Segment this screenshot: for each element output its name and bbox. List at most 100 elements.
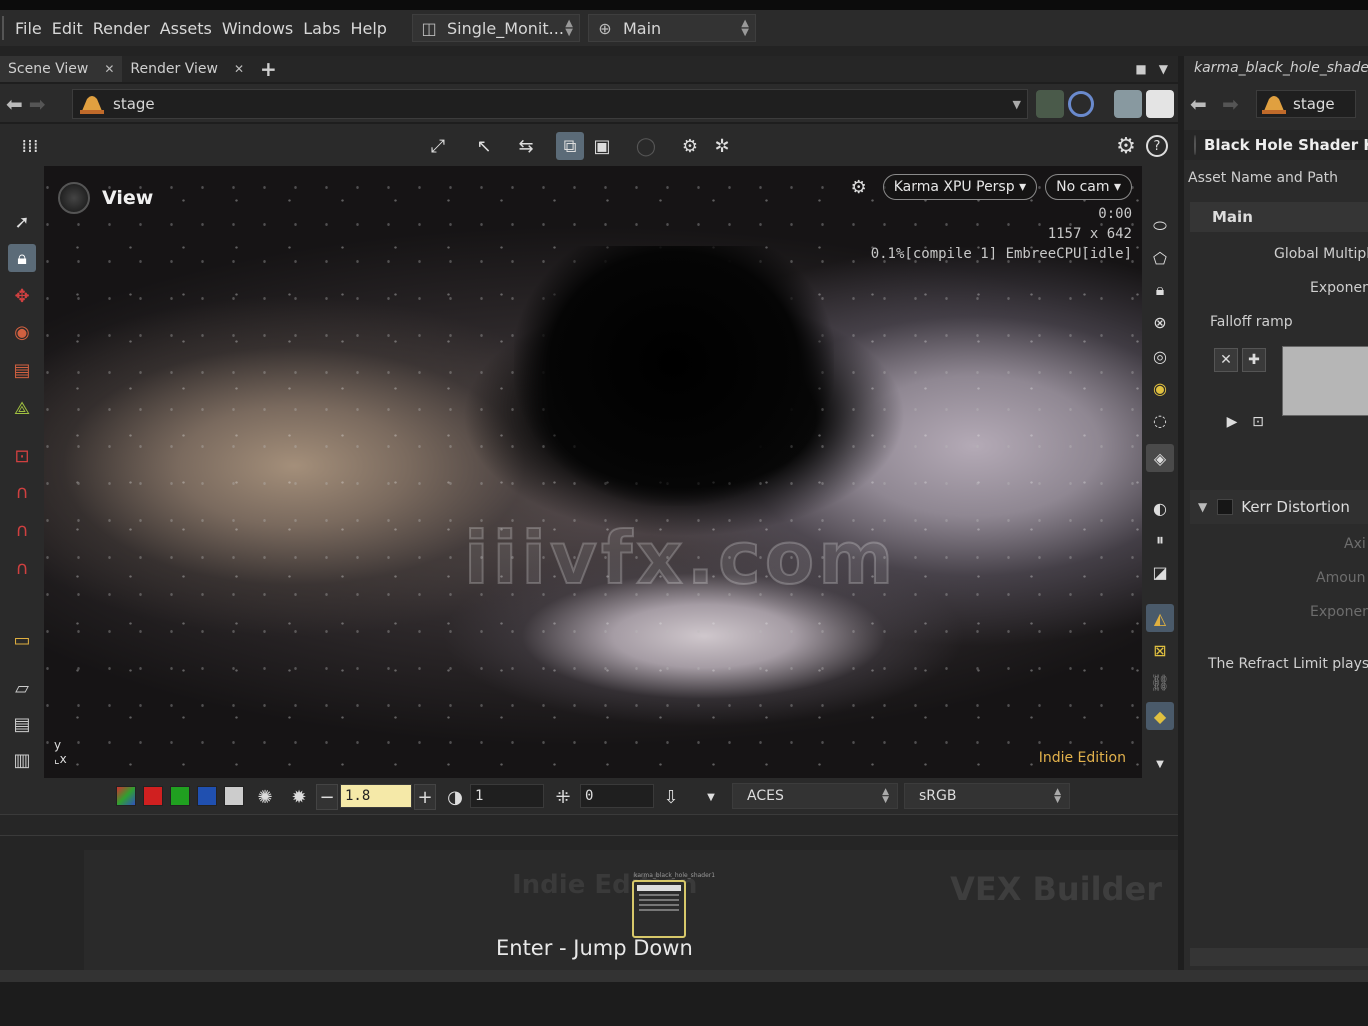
print-icon[interactable]: ▤ <box>8 710 36 738</box>
snapshot-icon[interactable]: ⚙ <box>676 132 704 160</box>
scroll-down-icon[interactable]: ▼ <box>1146 750 1174 778</box>
light-off-icon[interactable]: ⊗ <box>1146 308 1174 336</box>
forward-arrow-icon[interactable]: ➡ <box>1222 92 1239 116</box>
bbox-icon[interactable]: ⊠ <box>1146 636 1174 664</box>
menu-help[interactable]: Help <box>345 19 391 38</box>
display-icon[interactable]: ▣ <box>588 132 616 160</box>
exposure-decrease-button[interactable]: − <box>316 784 338 810</box>
pane-splitter[interactable] <box>0 814 1178 836</box>
exposure-reset-icon[interactable]: ✹ <box>286 784 312 810</box>
tab-main[interactable]: Main <box>1190 202 1368 232</box>
menu-file[interactable]: File <box>10 19 47 38</box>
exposure-field[interactable]: 1.8 <box>340 784 412 808</box>
folder-expand-icon[interactable]: ▼ <box>1198 500 1207 514</box>
back-arrow-icon[interactable]: ⬅ <box>6 92 29 116</box>
help-icon[interactable]: ? <box>1146 135 1168 157</box>
shader-node[interactable] <box>632 880 686 938</box>
exposure-icon[interactable]: ✺ <box>252 784 278 810</box>
kerr-toggle[interactable] <box>1217 499 1234 515</box>
green-channel-button[interactable] <box>170 786 190 806</box>
forward-arrow-icon[interactable]: ➡ <box>29 92 52 116</box>
select-move-icon[interactable]: ⤢ <box>424 132 452 160</box>
lock-icon[interactable]: 🔒︎ <box>8 244 36 272</box>
lock-camera-icon[interactable]: 🔒︎ <box>1146 276 1174 304</box>
maximize-icon[interactable]: ■ <box>1135 62 1146 76</box>
exposure-increase-button[interactable]: + <box>414 784 436 810</box>
handle-tool-icon[interactable]: ⊡ <box>8 442 36 470</box>
tab-scene-view[interactable]: Scene View ✕ <box>0 56 123 82</box>
select-arrow-icon[interactable]: ➚ <box>8 208 36 236</box>
bottom-splitter[interactable] <box>0 970 1368 982</box>
bulb-icon[interactable]: ◌ <box>1146 406 1174 434</box>
pin-icon[interactable] <box>1036 90 1064 118</box>
menu-assets[interactable]: Assets <box>155 19 217 38</box>
menu-windows[interactable]: Windows <box>217 19 298 38</box>
sun-icon[interactable]: ◉ <box>1146 374 1174 402</box>
disabled-icon[interactable]: ◯ <box>632 132 660 160</box>
link-view-icon[interactable]: ⛓ <box>1146 668 1174 696</box>
layers-icon[interactable]: ▱ <box>8 674 36 702</box>
param-scrollbar[interactable] <box>1190 948 1368 966</box>
red-channel-button[interactable] <box>143 786 163 806</box>
pose-tool-icon[interactable]: ⟁ <box>8 394 36 422</box>
dropdown-icon[interactable]: ▼ <box>1013 98 1021 111</box>
gear-icon[interactable]: ⚙ <box>1112 132 1140 160</box>
ramp-add-button[interactable]: ✚ <box>1242 348 1266 372</box>
camera-menu[interactable]: No cam ▾ <box>1045 174 1132 200</box>
menu-grip[interactable] <box>2 16 10 40</box>
ramp-expand-icon[interactable]: ▶ <box>1220 410 1244 434</box>
kerr-distortion-folder[interactable]: ▼ Kerr Distortion <box>1190 490 1368 524</box>
asset-section[interactable]: Asset Name and Path <box>1188 170 1368 186</box>
visibility-icon[interactable]: ◐ <box>1146 494 1174 522</box>
diamond-icon[interactable]: ◆ <box>1146 702 1174 730</box>
render-gear-icon[interactable]: ⚙ <box>851 177 867 198</box>
add-tab-button[interactable]: + <box>252 56 285 82</box>
camera-view-icon[interactable]: ◈ <box>1146 444 1174 472</box>
render-region-icon[interactable]: ⧉ <box>556 132 584 160</box>
tab-render-view[interactable]: Render View ✕ <box>122 56 252 82</box>
grid-menu-icon[interactable]: ⁞⁞⁞ <box>16 132 44 160</box>
menu-render[interactable]: Render <box>88 19 155 38</box>
gamma-field[interactable]: 1 <box>470 784 544 808</box>
pause-icon[interactable]: ⏸ <box>1146 526 1174 554</box>
offset-icon[interactable]: ⁜ <box>550 784 576 810</box>
blue-channel-button[interactable] <box>197 786 217 806</box>
display-options-icon[interactable]: ⬭ <box>1146 212 1174 240</box>
render-settings-icon[interactable]: ✲ <box>708 132 736 160</box>
param-path-field[interactable]: stage <box>1256 90 1356 118</box>
ramp-remove-button[interactable]: ✕ <box>1214 348 1238 372</box>
ramp-options-icon[interactable]: ⊡ <box>1246 410 1270 434</box>
link-icon[interactable] <box>1068 91 1094 117</box>
move-tool-icon[interactable]: ✥ <box>8 282 36 310</box>
transform-icon[interactable]: ⇆ <box>512 132 540 160</box>
lut-dropdown-icon[interactable]: ▼ <box>698 784 724 810</box>
renderer-menu[interactable]: Karma XPU Persp ▾ <box>882 174 1038 200</box>
gamma-icon[interactable]: ◑ <box>442 784 468 810</box>
color-space-select[interactable]: ACES ▲ ▼ <box>732 783 898 809</box>
layout-icon[interactable] <box>1146 90 1174 118</box>
path-field[interactable]: stage ▼ <box>72 89 1028 119</box>
close-icon[interactable]: ✕ <box>234 62 244 76</box>
back-arrow-icon[interactable]: ⬅ <box>1190 92 1207 116</box>
menu-edit[interactable]: Edit <box>47 19 88 38</box>
rgb-channel-button[interactable] <box>116 786 136 806</box>
close-icon[interactable]: ✕ <box>104 62 114 76</box>
context-selector[interactable]: ⊕ Main ▲ ▼ <box>588 14 756 42</box>
menu-labs[interactable]: Labs <box>298 19 345 38</box>
cube-view-icon[interactable] <box>1114 90 1142 118</box>
desktop-selector[interactable]: ◫ Single_Monit... ▲ ▼ <box>412 14 580 42</box>
magnet-icon[interactable]: ∩ <box>8 516 36 544</box>
sphere-icon[interactable]: ◎ <box>1146 342 1174 370</box>
pointer-icon[interactable]: ↖ <box>470 132 498 160</box>
view-sphere-icon[interactable] <box>58 182 90 214</box>
shading-icon[interactable]: ◪ <box>1146 558 1174 586</box>
network-editor[interactable]: Indie Edition VEX Builder karma_black_ho… <box>0 836 1178 970</box>
offset-field[interactable]: 0 <box>580 784 654 808</box>
alpha-channel-button[interactable] <box>224 786 244 806</box>
ruler-icon[interactable]: ▭ <box>8 626 36 654</box>
snapshot-compare-icon[interactable]: ◭ <box>1146 604 1174 632</box>
rotate-tool-icon[interactable]: ◉ <box>8 318 36 346</box>
snap-tool-icon[interactable]: ∩ <box>8 478 36 506</box>
magnet-snap-icon[interactable]: ∩ <box>8 554 36 582</box>
lut-icon[interactable]: ⇩ <box>658 784 684 810</box>
